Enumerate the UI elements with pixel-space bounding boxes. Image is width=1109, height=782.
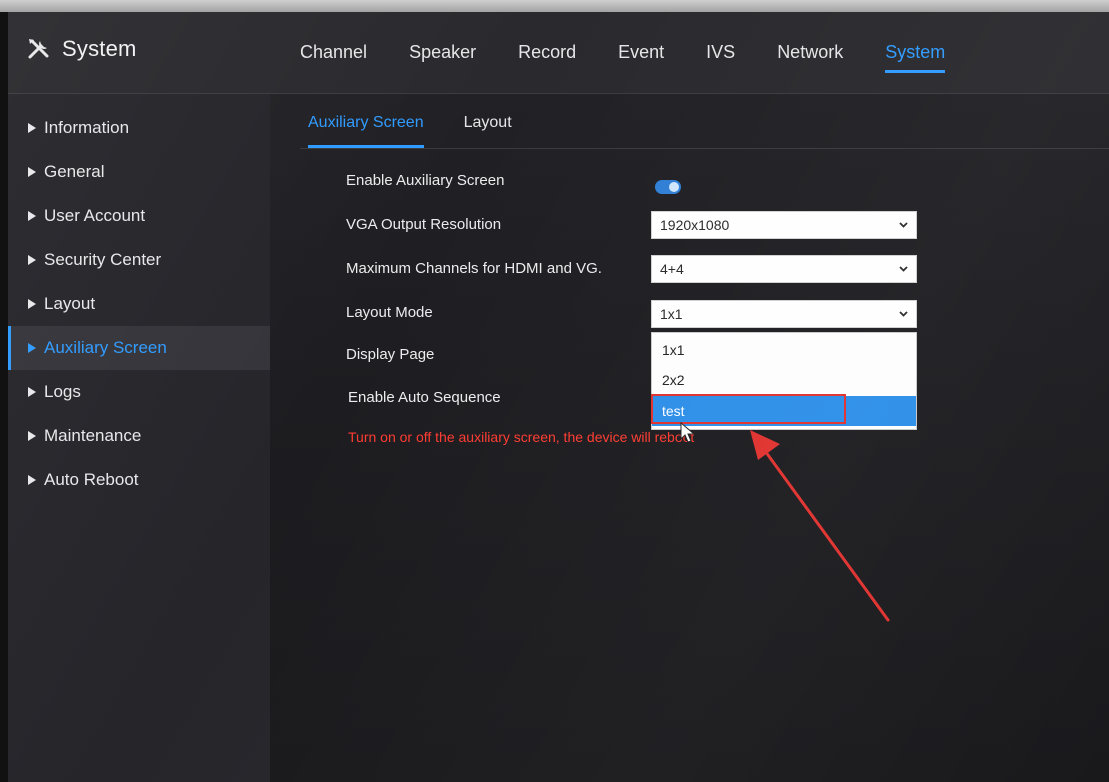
caret-right-icon	[28, 475, 36, 485]
screen: System Channel Speaker Record Event IVS …	[8, 12, 1109, 782]
top-nav: Channel Speaker Record Event IVS Network…	[300, 42, 987, 78]
tab-network[interactable]: Network	[777, 42, 843, 73]
sidebar-item-layout[interactable]: Layout	[8, 282, 270, 326]
layout-mode-label: Layout Mode	[346, 304, 433, 321]
sidebar-item-user-account[interactable]: User Account	[8, 194, 270, 238]
sidebar-item-label: Security Center	[44, 250, 162, 269]
header: System Channel Speaker Record Event IVS …	[8, 12, 1109, 94]
annotation-highlight-box	[651, 394, 846, 424]
brand-label: System	[62, 36, 137, 61]
enable-aux-label: Enable Auxiliary Screen	[346, 172, 505, 189]
caret-right-icon	[28, 299, 36, 309]
sidebar-item-logs[interactable]: Logs	[8, 370, 270, 414]
max-channels-value: 4+4	[660, 261, 684, 277]
layout-mode-value: 1x1	[660, 306, 683, 322]
tab-record[interactable]: Record	[518, 42, 576, 73]
sidebar-item-label: Logs	[44, 382, 81, 401]
mouse-cursor-icon	[680, 422, 696, 443]
sidebar-item-label: General	[44, 162, 105, 181]
divider	[300, 148, 1109, 149]
enable-aux-toggle[interactable]	[655, 180, 681, 194]
sidebar-item-security-center[interactable]: Security Center	[8, 238, 270, 282]
display-page-label: Display Page	[346, 346, 435, 363]
dropdown-option-1x1[interactable]: 1x1	[652, 335, 916, 365]
annotation-arrow-icon	[750, 430, 890, 622]
sidebar-item-auto-reboot[interactable]: Auto Reboot	[8, 458, 270, 502]
caret-right-icon	[28, 343, 36, 353]
sidebar-item-label: User Account	[44, 206, 146, 225]
dropdown-option-2x2[interactable]: 2x2	[652, 365, 916, 395]
sidebar-item-label: Maintenance	[44, 426, 142, 445]
brand: System	[26, 32, 137, 66]
sidebar-item-auxiliary-screen[interactable]: Auxiliary Screen	[8, 326, 270, 370]
sidebar-item-label: Layout	[44, 294, 96, 313]
vga-resolution-label: VGA Output Resolution	[346, 216, 502, 233]
caret-right-icon	[28, 167, 36, 177]
chevron-down-icon	[899, 266, 908, 272]
sidebar-item-label: Information	[44, 118, 130, 137]
caret-right-icon	[28, 387, 36, 397]
vga-resolution-select[interactable]: 1920x1080	[651, 211, 917, 239]
tab-system[interactable]: System	[885, 42, 946, 73]
sidebar-item-maintenance[interactable]: Maintenance	[8, 414, 270, 458]
tools-icon	[28, 39, 49, 59]
max-channels-label: Maximum Channels for HDMI and VG.	[346, 260, 602, 277]
max-channels-select[interactable]: 4+4	[651, 255, 917, 283]
caret-right-icon	[28, 255, 36, 265]
layout-mode-select[interactable]: 1x1	[651, 300, 917, 328]
caret-right-icon	[28, 431, 36, 441]
sidebar-item-information[interactable]: Information	[8, 106, 270, 150]
auto-sequence-label: Enable Auto Sequence	[348, 389, 501, 406]
sidebar-item-label: Auto Reboot	[44, 470, 139, 489]
subtab-layout[interactable]: Layout	[464, 114, 512, 148]
vga-resolution-value: 1920x1080	[660, 217, 730, 233]
reboot-warning: Turn on or off the auxiliary screen, the…	[348, 429, 695, 445]
tab-speaker[interactable]: Speaker	[409, 42, 476, 73]
tab-channel[interactable]: Channel	[300, 42, 367, 73]
chevron-down-icon	[899, 222, 908, 228]
tab-ivs[interactable]: IVS	[706, 42, 735, 73]
subtabs: Auxiliary Screen Layout	[308, 114, 552, 148]
sidebar: Information General User Account Securit…	[8, 94, 270, 782]
sidebar-item-general[interactable]: General	[8, 150, 270, 194]
caret-right-icon	[28, 123, 36, 133]
tab-event[interactable]: Event	[618, 42, 664, 73]
sidebar-item-label: Auxiliary Screen	[44, 338, 167, 357]
caret-right-icon	[28, 211, 36, 221]
subtab-auxiliary-screen[interactable]: Auxiliary Screen	[308, 114, 424, 148]
chevron-down-icon	[899, 311, 908, 317]
